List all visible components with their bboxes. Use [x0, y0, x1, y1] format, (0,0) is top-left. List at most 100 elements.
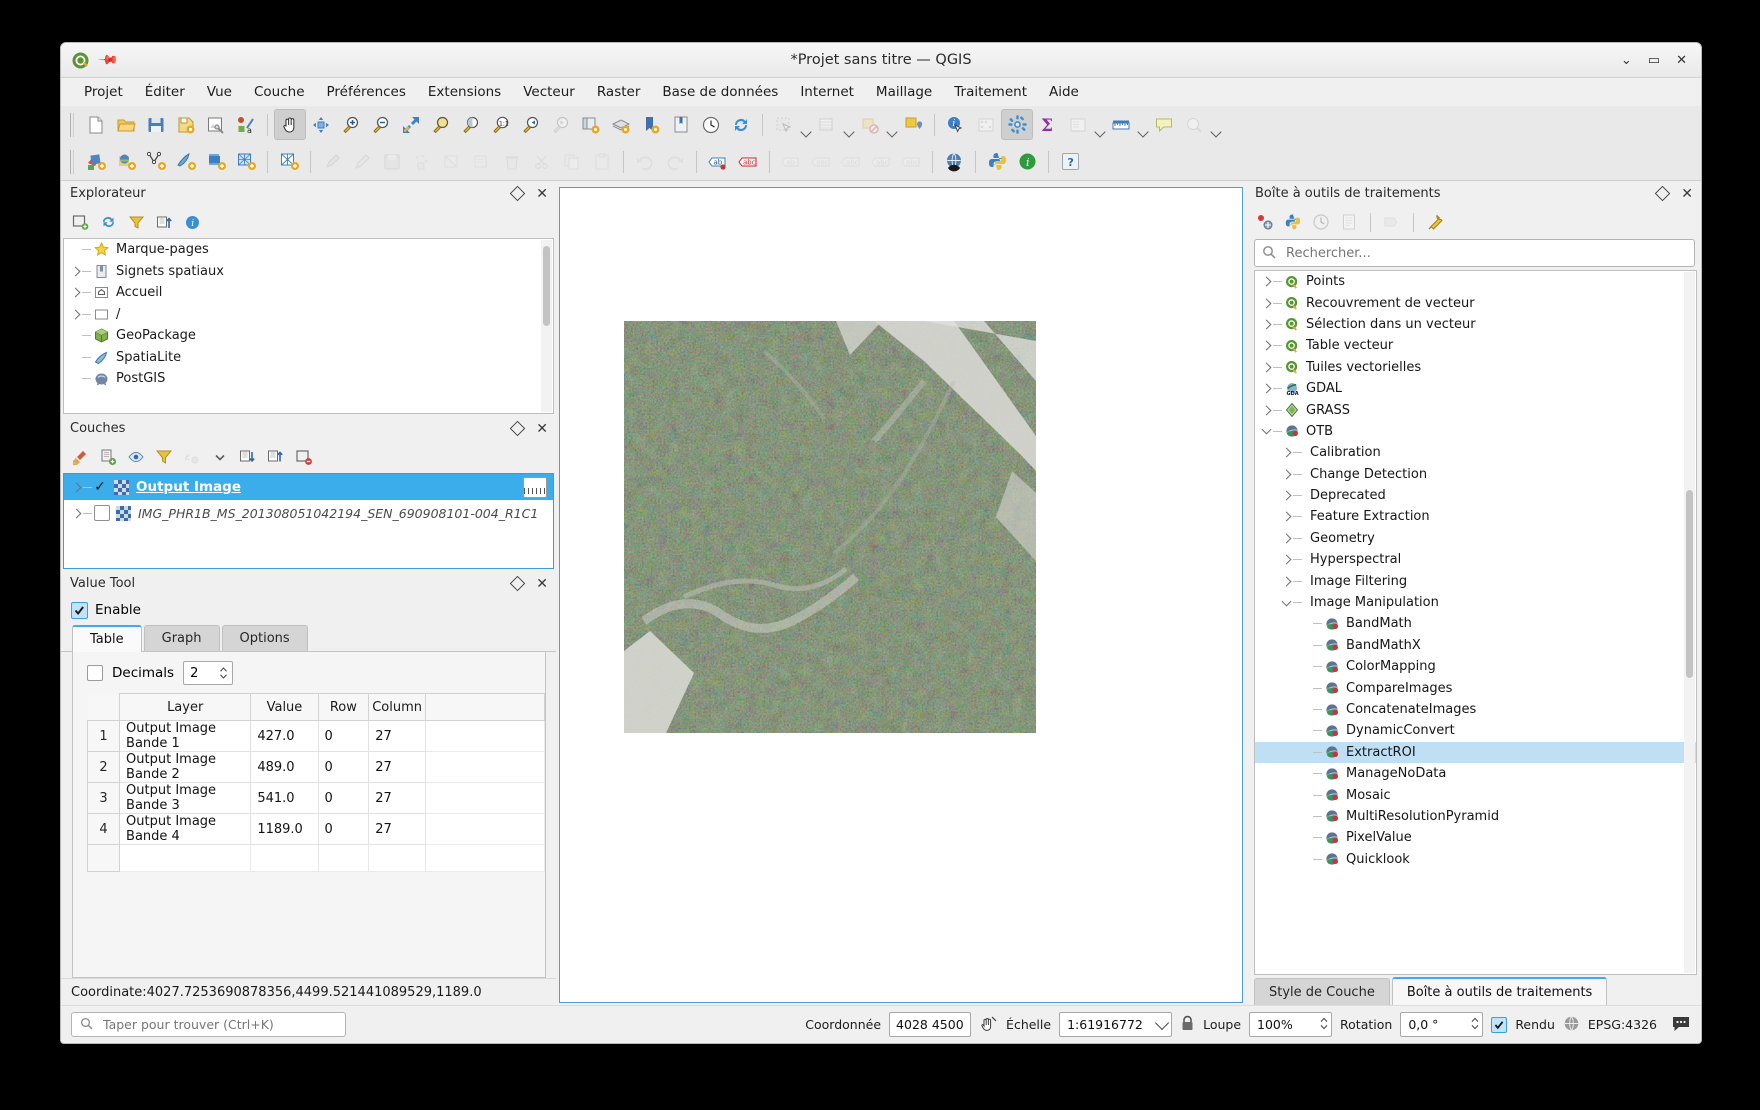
- menu-editer[interactable]: Éditer: [134, 81, 196, 103]
- menu-base-de-donnees[interactable]: Base de données: [651, 81, 789, 103]
- models-icon[interactable]: [1252, 209, 1278, 235]
- magnifier-stepper[interactable]: 100%: [1249, 1012, 1332, 1037]
- column-header[interactable]: Column: [369, 694, 426, 721]
- zoom-full-icon[interactable]: [396, 110, 426, 139]
- locator-search[interactable]: [71, 1012, 346, 1037]
- explorer-item-[interactable]: /: [64, 304, 553, 326]
- delete-selected-icon[interactable]: [497, 147, 527, 176]
- python-scripts-icon[interactable]: [1280, 209, 1306, 235]
- toolbox-item-concatenateimages[interactable]: ConcatenateImages: [1255, 699, 1696, 720]
- show-hide-labels-icon[interactable]: abc: [866, 147, 896, 176]
- edit-features-icon[interactable]: [1379, 209, 1405, 235]
- undock-icon[interactable]: [510, 576, 526, 592]
- table-row[interactable]: 3Output Image Bande 3541.0027: [88, 783, 545, 814]
- close-icon[interactable]: ✕: [536, 187, 548, 201]
- maximize-button[interactable]: ▭: [1648, 54, 1660, 67]
- menu-aide[interactable]: Aide: [1038, 81, 1090, 103]
- toolbox-item-table-vecteur[interactable]: Table vecteur: [1255, 335, 1696, 356]
- undock-icon[interactable]: [510, 186, 526, 202]
- expand-all-icon[interactable]: [235, 444, 261, 470]
- menu-vue[interactable]: Vue: [196, 81, 243, 103]
- toolbox-item-geometry[interactable]: Geometry: [1255, 528, 1696, 549]
- toolbox-item-points[interactable]: Points: [1255, 271, 1696, 292]
- expand-arrow-icon[interactable]: [68, 311, 82, 318]
- toolbox-item-mosaic[interactable]: Mosaic: [1255, 784, 1696, 805]
- add-wms-layer-icon[interactable]: [231, 147, 261, 176]
- explorer-item-geopackage[interactable]: GeoPackage: [64, 325, 553, 347]
- add-mesh-layer-icon[interactable]: [274, 147, 304, 176]
- toolbox-item-calibration[interactable]: Calibration: [1255, 442, 1696, 463]
- log-icon[interactable]: [1336, 209, 1362, 235]
- add-delimited-text-layer-icon[interactable]: [141, 147, 171, 176]
- label-properties-icon[interactable]: abc: [896, 147, 926, 176]
- decimals-stepper[interactable]: 2: [183, 661, 233, 685]
- menu-projet[interactable]: Projet: [73, 81, 134, 103]
- new-project-icon[interactable]: [81, 110, 111, 139]
- explorer-item-accueil[interactable]: Accueil: [64, 282, 553, 304]
- move-label-icon[interactable]: ab: [776, 147, 806, 176]
- expand-arrow-icon[interactable]: [1279, 513, 1293, 520]
- paste-features-icon[interactable]: [587, 147, 617, 176]
- dock-tab-layer-styling[interactable]: Style de Couche: [1254, 978, 1390, 1005]
- toolbox-item-extractroi[interactable]: ExtractROI: [1255, 742, 1696, 763]
- filter-legend-icon[interactable]: [151, 444, 177, 470]
- toolbox-item-bandmath[interactable]: BandMath: [1255, 613, 1696, 634]
- toolbox-item-image-filtering[interactable]: Image Filtering: [1255, 570, 1696, 591]
- undock-icon[interactable]: [510, 421, 526, 437]
- change-label-icon[interactable]: abc: [836, 147, 866, 176]
- menu-raster[interactable]: Raster: [586, 81, 652, 103]
- toolbox-item-change-detection[interactable]: Change Detection: [1255, 464, 1696, 485]
- expand-arrow-icon[interactable]: [1259, 278, 1273, 285]
- plugin-info-icon[interactable]: i: [1012, 147, 1042, 176]
- menu-maillage[interactable]: Maillage: [865, 81, 943, 103]
- chevron-down-icon[interactable]: [1279, 601, 1293, 605]
- messages-icon[interactable]: [1671, 1015, 1691, 1035]
- toolbox-item-image-manipulation[interactable]: Image Manipulation: [1255, 592, 1696, 613]
- add-feature-icon[interactable]: [407, 147, 437, 176]
- toolbox-item-s-lection-dans-un-vecteur[interactable]: Sélection dans un vecteur: [1255, 314, 1696, 335]
- menu-internet[interactable]: Internet: [789, 81, 865, 103]
- explorer-item-marque-pages[interactable]: Marque-pages: [64, 239, 553, 261]
- expand-arrow-icon[interactable]: [68, 289, 82, 296]
- toolbox-item-hyperspectral[interactable]: Hyperspectral: [1255, 549, 1696, 570]
- expand-arrow-icon[interactable]: [1259, 364, 1273, 371]
- deselect-features-icon[interactable]: [855, 110, 885, 139]
- close-icon[interactable]: ✕: [1681, 187, 1693, 201]
- toolbox-item-pixelvalue[interactable]: PixelValue: [1255, 827, 1696, 848]
- layer-visibility-checkbox[interactable]: ✓: [92, 479, 108, 495]
- show-bookmarks-icon[interactable]: [666, 110, 696, 139]
- toolbox-item-bandmathx[interactable]: BandMathX: [1255, 635, 1696, 656]
- cut-features-icon[interactable]: [527, 147, 557, 176]
- table-row[interactable]: 1Output Image Bande 1427.0027: [88, 721, 545, 752]
- modify-attributes-icon[interactable]: [467, 147, 497, 176]
- vertex-tool-icon[interactable]: [437, 147, 467, 176]
- help-icon[interactable]: ?: [1055, 147, 1085, 176]
- layout-manager-icon[interactable]: [201, 110, 231, 139]
- identify-features-icon[interactable]: i: [941, 110, 971, 139]
- render-checkbox[interactable]: [1491, 1017, 1507, 1033]
- zoom-next-icon[interactable]: [546, 110, 576, 139]
- style-manager-icon[interactable]: a: [231, 110, 261, 139]
- zoom-to-selection-icon[interactable]: [426, 110, 456, 139]
- new-map-view-icon[interactable]: [576, 110, 606, 139]
- undock-icon[interactable]: [1655, 186, 1671, 202]
- toolbox-item-quicklook[interactable]: Quicklook: [1255, 849, 1696, 870]
- explorer-item-signets-spatiaux[interactable]: Signets spatiaux: [64, 261, 553, 283]
- table-row[interactable]: 4Output Image Bande 41189.0027: [88, 814, 545, 845]
- select-by-location-icon[interactable]: [898, 110, 928, 139]
- open-project-icon[interactable]: [111, 110, 141, 139]
- globe-icon[interactable]: [1563, 1015, 1580, 1035]
- add-postgis-layer-icon[interactable]: [201, 147, 231, 176]
- menu-preferences[interactable]: Préférences: [316, 81, 417, 103]
- properties-icon[interactable]: i: [179, 209, 205, 235]
- toolbox-item-recouvrement-de-vecteur[interactable]: Recouvrement de vecteur: [1255, 292, 1696, 313]
- temporal-controller-icon[interactable]: [696, 110, 726, 139]
- highlight-labels-icon[interactable]: abc: [733, 147, 763, 176]
- toolbar-grip-2[interactable]: [69, 150, 77, 174]
- expand-arrow-icon[interactable]: [69, 510, 83, 517]
- explorer-tree[interactable]: Marque-pagesSignets spatiauxAccueil/GeoP…: [63, 238, 554, 414]
- close-icon[interactable]: ✕: [536, 422, 548, 436]
- minimize-button[interactable]: ⌄: [1621, 54, 1632, 67]
- explorer-item-spatialite[interactable]: SpatiaLite: [64, 347, 553, 369]
- expand-arrow-icon[interactable]: [1259, 385, 1273, 392]
